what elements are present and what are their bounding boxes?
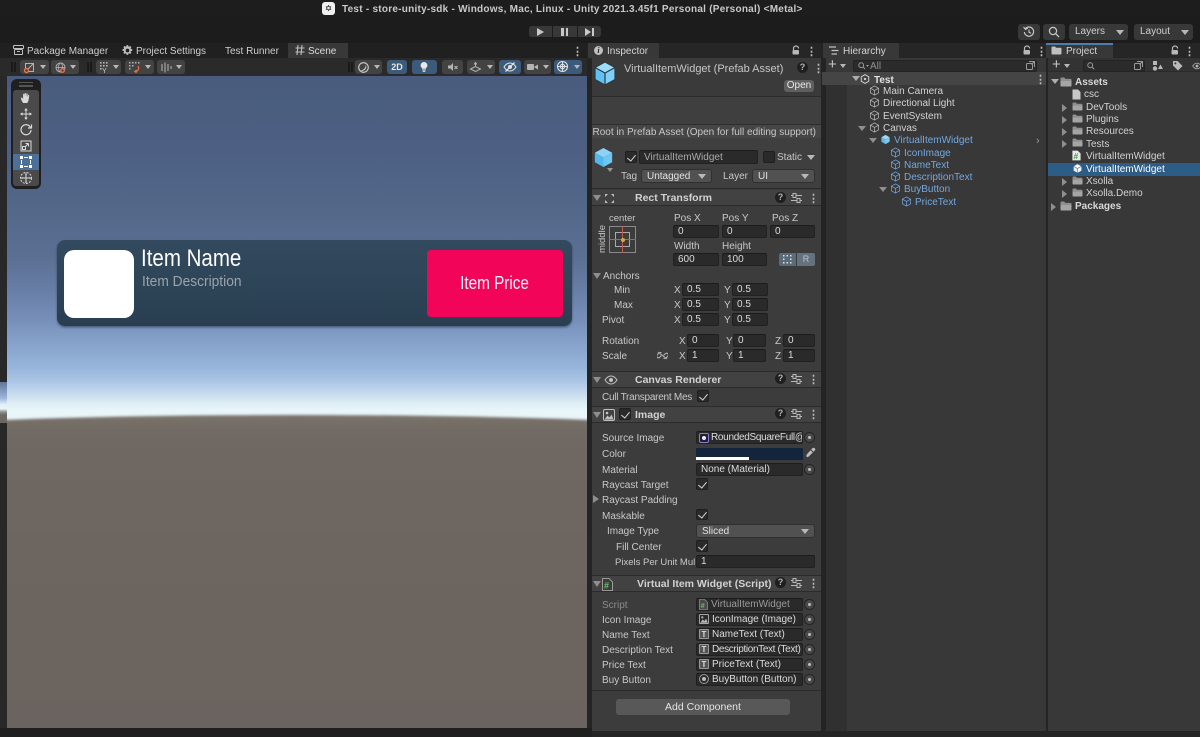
- svg-text:#: #: [701, 600, 705, 609]
- svg-text:#: #: [604, 581, 609, 591]
- svg-text:Y: Y: [102, 68, 107, 74]
- svg-text:#: #: [1074, 152, 1079, 161]
